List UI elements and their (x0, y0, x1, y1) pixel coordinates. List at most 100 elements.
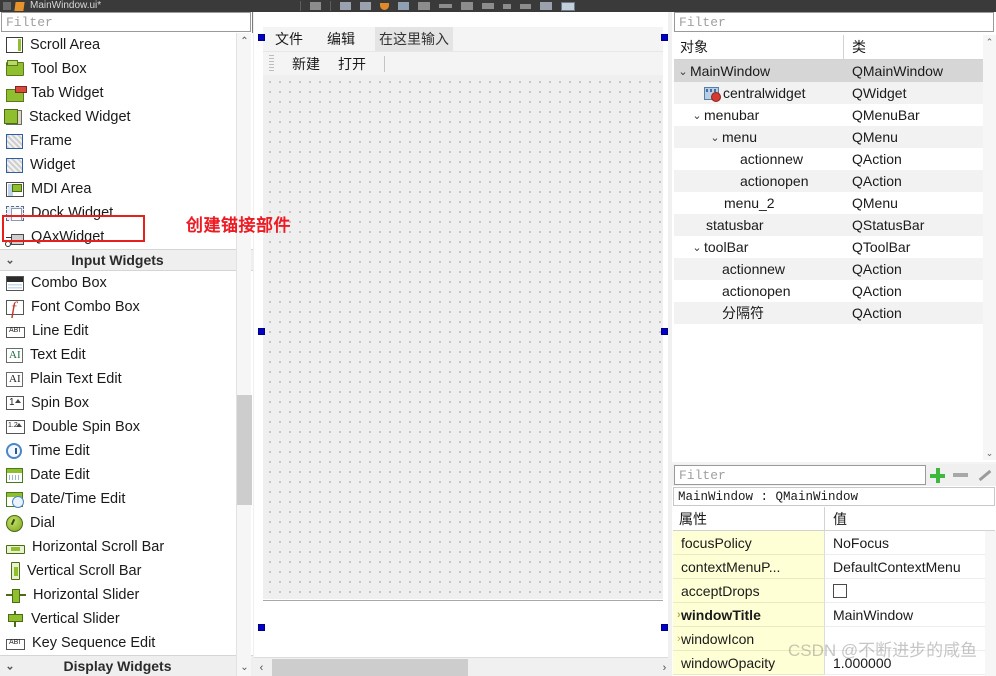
main-window-form[interactable]: 文件 编辑 在这里输入 新建 打开 (258, 22, 668, 631)
object-inspector-scrollbar[interactable]: ⌃ ⌄ (983, 35, 996, 460)
widget-box-filter[interactable]: Filter (1, 12, 251, 32)
widget-box-scrollbar[interactable]: ⌃ ⌄ (236, 33, 252, 676)
new-form-icon[interactable] (340, 2, 351, 10)
selection-handle-bottom-left[interactable] (258, 624, 265, 631)
chevron-down-icon[interactable]: ⌄ (708, 131, 722, 144)
selection-handle-middle-right[interactable] (661, 328, 668, 335)
property-value[interactable] (825, 627, 995, 651)
column-header-class[interactable]: 类 (844, 35, 994, 59)
chevron-down-icon[interactable]: ⌄ (676, 65, 690, 78)
tree-row[interactable]: menu_2 QMenu (674, 192, 994, 214)
widget-box-list[interactable]: Scroll Area Tool Box Tab Widget Stacked … (0, 33, 253, 676)
scroll-down-icon[interactable]: ⌄ (983, 446, 996, 460)
scroll-down-icon[interactable]: ⌄ (237, 659, 252, 676)
form-menubar[interactable]: 文件 编辑 在这里输入 (263, 27, 663, 51)
column-header-value[interactable]: 值 (825, 507, 995, 530)
preview-icon[interactable] (561, 1, 575, 11)
widget-box-item[interactable]: Font Combo Box (0, 295, 253, 319)
tree-row[interactable]: 分隔符 QAction (674, 302, 994, 324)
close-form-icon[interactable] (310, 2, 321, 10)
widget-box-item[interactable]: Date Edit (0, 463, 253, 487)
layout-form-icon[interactable] (520, 3, 531, 9)
property-value[interactable]: NoFocus (825, 531, 995, 555)
app-toolbar-icons[interactable] (300, 0, 575, 12)
undo-icon[interactable] (398, 2, 409, 10)
widget-box-group-display-widgets[interactable]: ⌄ Display Widgets (0, 655, 253, 676)
property-row[interactable]: contextMenuP... DefaultContextMenu (673, 555, 995, 579)
tree-row[interactable]: ⌄ menu QMenu (674, 126, 994, 148)
save-form-icon[interactable] (380, 2, 389, 10)
open-form-icon[interactable] (360, 2, 371, 10)
tree-row[interactable]: centralwidget QWidget (674, 82, 994, 104)
widget-box-item[interactable]: Vertical Scroll Bar (0, 559, 253, 583)
widget-box-item[interactable]: Vertical Slider (0, 607, 253, 631)
scroll-up-icon[interactable]: ⌃ (237, 33, 252, 50)
widget-box-item[interactable]: Spin Box (0, 391, 253, 415)
widget-box-item[interactable]: Combo Box (0, 271, 253, 295)
selection-handle-bottom-right[interactable] (661, 624, 668, 631)
chevron-right-icon[interactable]: › (677, 609, 681, 621)
widget-box-item[interactable]: Widget (0, 153, 253, 177)
form-editor-viewport[interactable]: 文件 编辑 在这里输入 新建 打开 (254, 12, 672, 657)
column-header-object[interactable]: 对象 (674, 35, 844, 59)
widget-box-item[interactable]: Horizontal Slider (0, 583, 253, 607)
property-row[interactable]: windowOpacity 1.000000 (673, 651, 995, 675)
property-editor-filter[interactable]: Filter (674, 465, 926, 485)
layout-splitter-v-icon[interactable] (482, 3, 494, 9)
tree-row[interactable]: actionopen QAction (674, 170, 994, 192)
add-property-button[interactable] (926, 464, 949, 486)
form-menu-file[interactable]: 文件 (271, 27, 307, 51)
accept-drops-checkbox[interactable] (833, 583, 847, 598)
break-layout-icon[interactable] (540, 2, 552, 10)
tree-row[interactable]: actionnew QAction (674, 258, 994, 280)
form-menu-add-placeholder[interactable]: 在这里输入 (375, 27, 453, 51)
widget-box-item[interactable]: Dial (0, 511, 253, 535)
layout-horizontally-icon[interactable] (418, 2, 430, 10)
widget-box-item[interactable]: Key Sequence Edit (0, 631, 253, 655)
column-header-property[interactable]: 属性 (673, 507, 825, 530)
widget-box-item[interactable]: Text Edit (0, 343, 253, 367)
widget-box-item[interactable]: Time Edit (0, 439, 253, 463)
tree-row[interactable]: actionopen QAction (674, 280, 994, 302)
scrollbar-thumb[interactable] (237, 395, 252, 505)
widget-box-item[interactable]: Stacked Widget (0, 105, 253, 129)
selection-handle-top-left[interactable] (258, 34, 265, 41)
toolbar-grip-handle[interactable] (269, 54, 274, 73)
widget-box-item[interactable]: Tool Box (0, 57, 253, 81)
widget-box-item[interactable]: Double Spin Box (0, 415, 253, 439)
tree-row[interactable]: ⌄ MainWindow QMainWindow (674, 60, 994, 82)
widget-box-item[interactable]: Tab Widget (0, 81, 253, 105)
chevron-right-icon[interactable]: › (677, 633, 681, 645)
form-toolbar-action-new[interactable]: 新建 (292, 54, 320, 74)
widget-box-item[interactable]: Line Edit (0, 319, 253, 343)
scroll-left-icon[interactable]: ‹ (254, 658, 269, 676)
object-inspector-tree[interactable]: ⌄ MainWindow QMainWindow centralwidget Q… (674, 60, 994, 462)
form-toolbar[interactable]: 新建 打开 (263, 51, 663, 75)
widget-box-item[interactable]: Scroll Area (0, 33, 253, 57)
property-editor-rows[interactable]: focusPolicy NoFocus contextMenuP... Defa… (673, 531, 995, 676)
chevron-down-icon[interactable]: ⌄ (690, 109, 704, 122)
layout-vertically-icon[interactable] (439, 4, 452, 8)
layout-grid-icon[interactable] (503, 3, 511, 9)
form-editor-hscrollbar[interactable]: ‹ › (254, 657, 672, 676)
object-inspector-filter[interactable]: Filter (674, 12, 994, 32)
property-row[interactable]: › windowIcon (673, 627, 995, 651)
configure-property-button[interactable] (973, 464, 996, 486)
property-row[interactable]: focusPolicy NoFocus (673, 531, 995, 555)
selection-handle-top-right[interactable] (661, 34, 668, 41)
chevron-down-icon[interactable]: ⌄ (690, 241, 704, 254)
remove-property-button[interactable] (949, 464, 972, 486)
widget-box-item[interactable]: Plain Text Edit (0, 367, 253, 391)
property-row[interactable]: acceptDrops (673, 579, 995, 603)
widget-box-item[interactable]: Date/Time Edit (0, 487, 253, 511)
tree-row[interactable]: ⌄ toolBar QToolBar (674, 236, 994, 258)
form-statusbar[interactable] (263, 600, 663, 627)
tree-row[interactable]: statusbar QStatusBar (674, 214, 994, 236)
widget-box-item[interactable]: Horizontal Scroll Bar (0, 535, 253, 559)
hscrollbar-thumb[interactable] (272, 659, 468, 676)
form-toolbar-action-open[interactable]: 打开 (338, 54, 366, 74)
tree-row[interactable]: ⌄ menubar QMenuBar (674, 104, 994, 126)
widget-box-item[interactable]: Frame (0, 129, 253, 153)
form-menu-edit[interactable]: 编辑 (323, 27, 359, 51)
property-value[interactable]: MainWindow (825, 603, 995, 627)
